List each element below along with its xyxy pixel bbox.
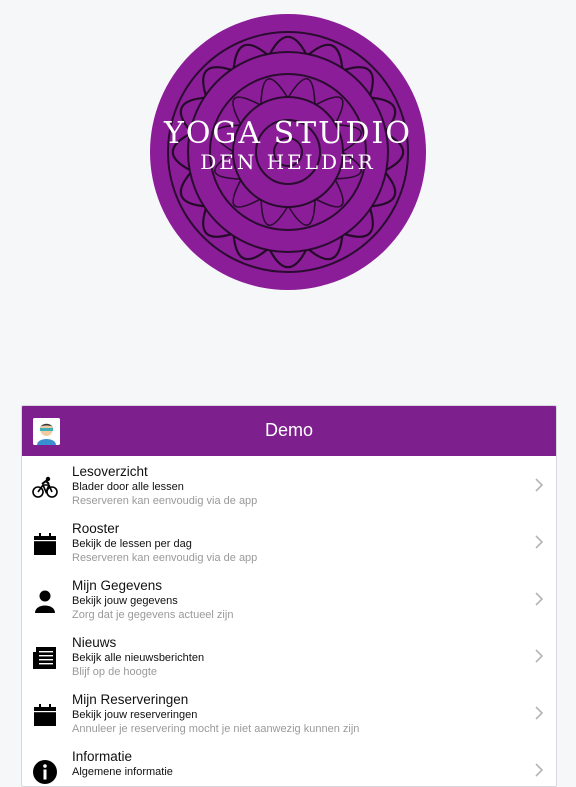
- chevron-right-icon: [534, 648, 544, 664]
- menu-item-title: Informatie: [72, 749, 133, 764]
- menu-item-rooster[interactable]: Rooster Bekijk de lessen per dag Reservere…: [22, 514, 556, 571]
- menu-card: Demo Lesoverzicht Blader door alle lessen…: [21, 405, 557, 787]
- card-header: Demo: [22, 406, 556, 456]
- chevron-right-icon: [534, 591, 544, 607]
- menu-item-title: Mijn Reserveringen: [72, 692, 189, 707]
- newspaper-icon: [32, 645, 58, 671]
- chevron-right-icon: [534, 477, 544, 493]
- chevron-right-icon: [534, 762, 544, 778]
- user-icon: [32, 588, 58, 614]
- menu-item-subtitle: Bekijk jouw gegevens: [72, 595, 178, 607]
- menu-item-hint: Annuleer je reservering mocht je niet aa…: [72, 723, 360, 735]
- menu-item-hint: Reserveren kan eenvoudig via de app: [72, 495, 258, 507]
- calendar-icon: [32, 531, 58, 557]
- menu-item-title: Nieuws: [72, 635, 117, 650]
- menu-item-title: Mijn Gegevens: [72, 578, 163, 593]
- chevron-right-icon: [534, 705, 544, 721]
- menu-item-title: Rooster: [72, 521, 120, 536]
- menu-item-mijn-gegevens[interactable]: Mijn Gegevens Bekijk jouw gegevens Zorg da…: [22, 571, 556, 628]
- header-title: Demo: [264, 420, 313, 440]
- menu-item-title: Lesoverzicht: [72, 464, 148, 479]
- menu-item-nieuws[interactable]: Nieuws Bekijk alle nieuwsberichten Blijf o…: [22, 628, 556, 685]
- info-icon: [32, 759, 58, 785]
- menu-item-mijn-reserveringen[interactable]: Mijn Reserveringen Bekijk jouw reserverin…: [22, 685, 556, 742]
- menu-item-informatie[interactable]: Informatie Algemene informatie: [22, 742, 556, 786]
- menu-item-subtitle: Blader door alle lessen: [72, 481, 184, 493]
- menu-item-subtitle: Bekijk alle nieuwsberichten: [72, 652, 205, 664]
- menu-item-hint: Blijf op de hoogte: [72, 666, 158, 678]
- studio-logo: YOGA STUDIO DEN HELDER: [148, 12, 428, 292]
- menu-item-subtitle: Bekijk jouw reserveringen: [72, 709, 198, 721]
- bicycle-icon: [32, 474, 58, 500]
- menu-item-hint: Reserveren kan eenvoudig via de app: [72, 552, 258, 564]
- chevron-right-icon: [534, 534, 544, 550]
- logo-title: YOGA STUDIO: [164, 116, 412, 151]
- menu-item-subtitle: Bekijk de lessen per dag: [72, 538, 192, 550]
- menu-item-lesoverzicht[interactable]: Lesoverzicht Blader door alle lessen Reser…: [22, 457, 556, 514]
- logo-subtitle: DEN HELDER: [200, 150, 376, 174]
- menu-item-hint: Zorg dat je gegevens actueel zijn: [72, 609, 234, 621]
- calendar-icon: [32, 702, 58, 728]
